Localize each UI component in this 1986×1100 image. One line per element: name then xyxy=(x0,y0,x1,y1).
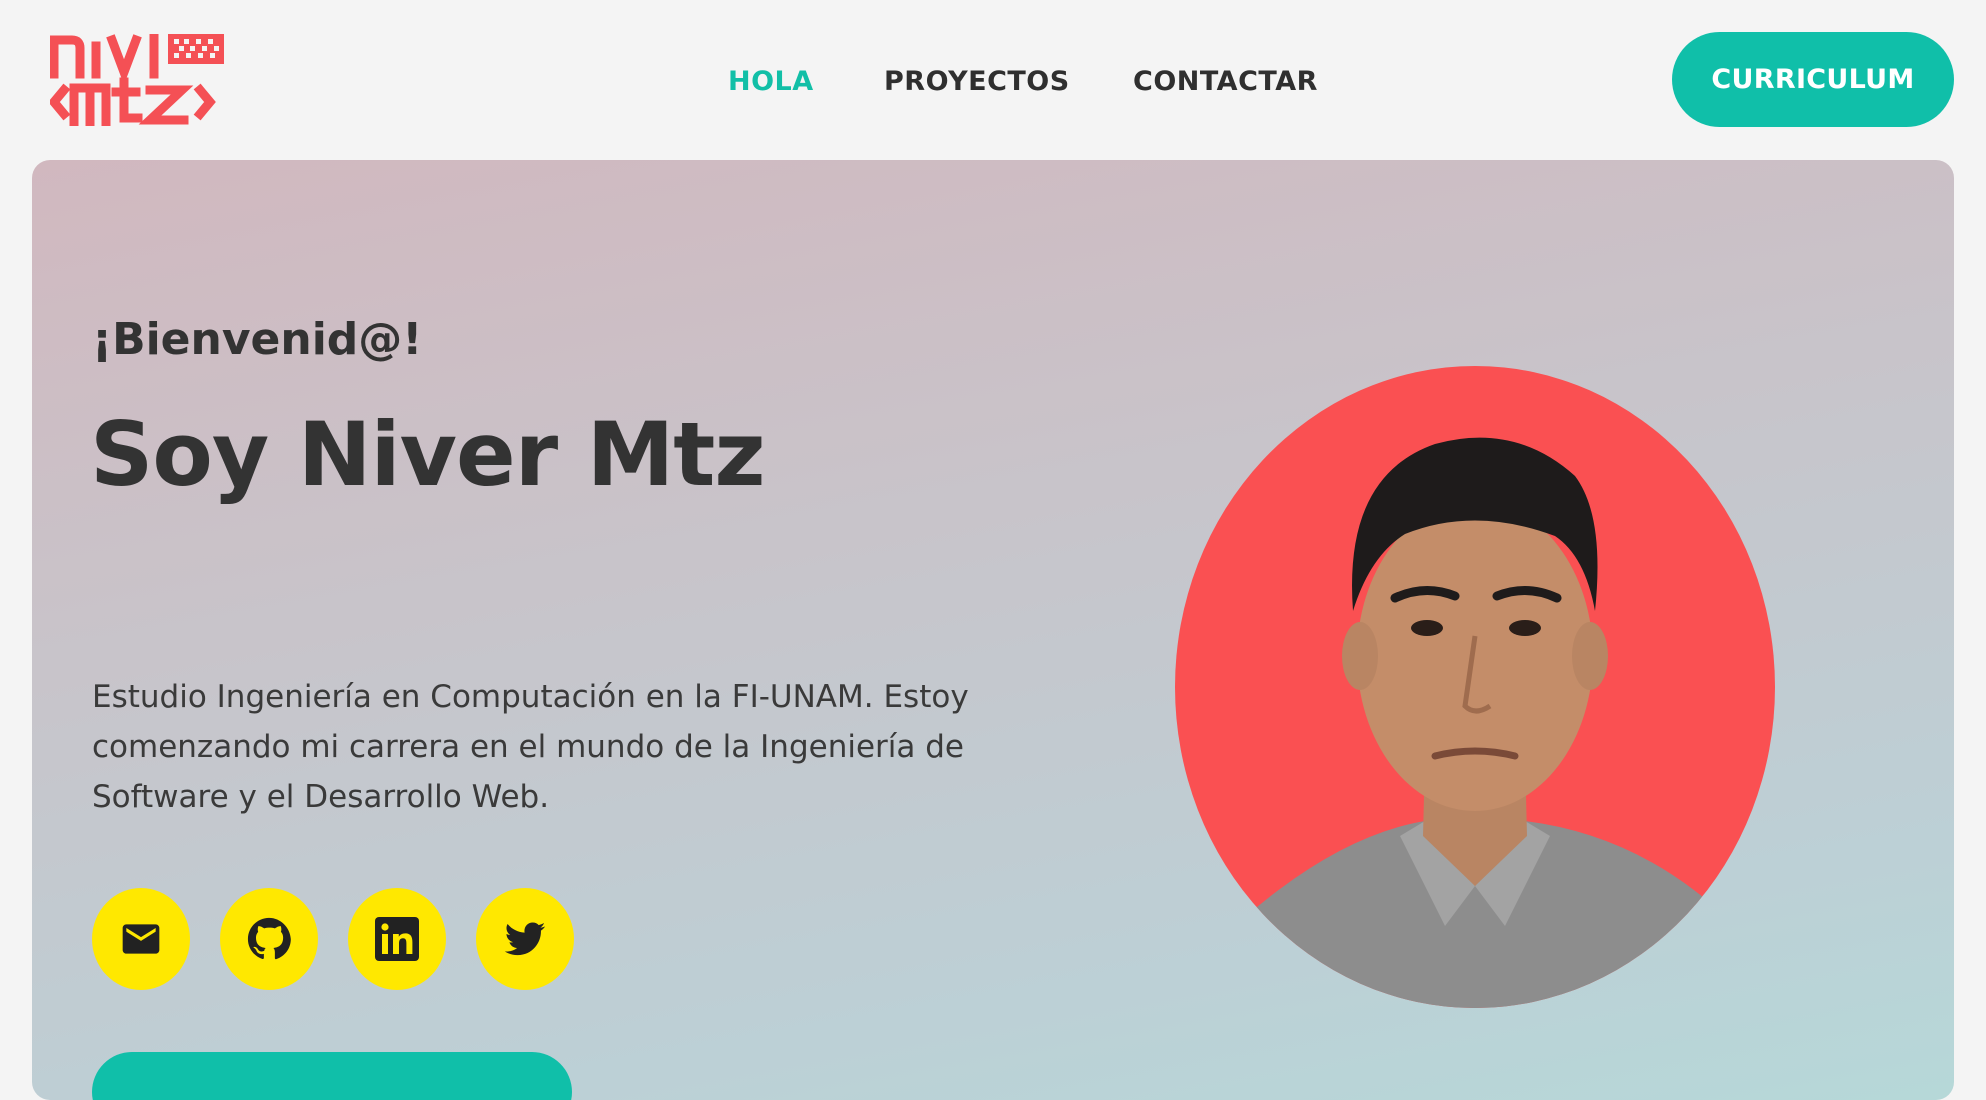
twitter-link[interactable] xyxy=(476,888,574,990)
hero-greeting: ¡Bienvenid@! xyxy=(92,314,423,365)
email-link[interactable] xyxy=(92,888,190,990)
hero-title: Soy Niver Mtz xyxy=(90,403,766,506)
nav-link-hola[interactable]: HOLA xyxy=(728,62,814,102)
curriculum-button[interactable]: CURRICULUM xyxy=(1672,32,1954,127)
cta-button[interactable] xyxy=(92,1052,572,1100)
hero-section: ¡Bienvenid@! Soy Niver Mtz Estudio Ingen… xyxy=(32,160,1954,1100)
nav-link-proyectos[interactable]: PROYECTOS xyxy=(884,62,1070,102)
twitter-icon xyxy=(504,922,546,956)
person-portrait xyxy=(1175,437,1775,1008)
github-link[interactable] xyxy=(220,888,318,990)
site-header: HOLA PROYECTOS CONTACTAR CURRICULUM xyxy=(0,0,1986,160)
linkedin-link[interactable] xyxy=(348,888,446,990)
profile-photo xyxy=(1175,366,1775,1008)
mail-icon xyxy=(122,924,160,954)
linkedin-icon xyxy=(375,917,419,961)
nav-link-contactar[interactable]: CONTACTAR xyxy=(1133,62,1318,102)
hero-bio: Estudio Ingeniería en Computación en la … xyxy=(92,679,969,815)
github-icon xyxy=(247,917,291,960)
